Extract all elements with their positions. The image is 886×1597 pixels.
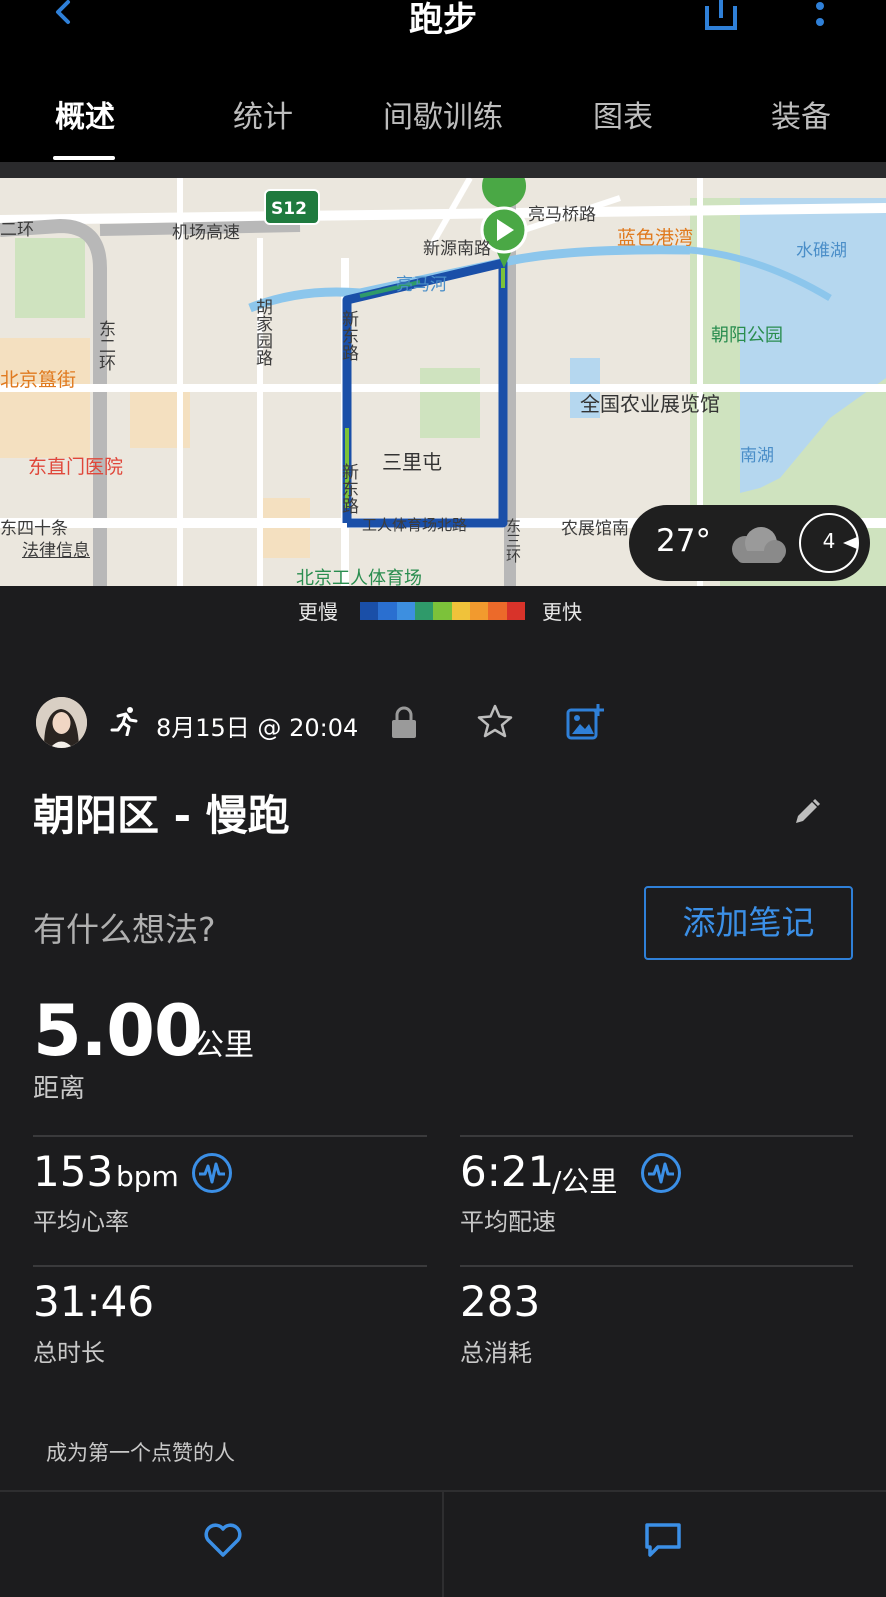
add-photo-icon[interactable] bbox=[566, 702, 606, 740]
like-button[interactable] bbox=[0, 1492, 442, 1597]
map-label-liangmaqiao: 亮马桥路 bbox=[528, 205, 596, 225]
stat-divider bbox=[33, 1135, 427, 1137]
heart-rate-label: 平均心率 bbox=[33, 1208, 129, 1236]
wind-indicator: 4 bbox=[799, 513, 859, 573]
map-label-gongti-north: 工人体育场北路 bbox=[362, 516, 468, 534]
map-label-shuidui: 水碓湖 bbox=[796, 241, 847, 261]
page-title: 跑步 bbox=[409, 0, 477, 40]
legal-info-link[interactable]: 法律信息 bbox=[22, 536, 90, 561]
legend-swatch bbox=[414, 602, 434, 620]
stat-divider bbox=[460, 1135, 853, 1137]
map-label-s12: S12 bbox=[271, 199, 307, 219]
map-label-airport: 机场高速 bbox=[172, 223, 240, 243]
map-label-xindong-2: 新东路 bbox=[338, 463, 358, 514]
pace-legend: 更慢 更快 bbox=[0, 586, 886, 634]
legend-swatch bbox=[360, 602, 379, 620]
legend-swatch bbox=[469, 602, 489, 620]
distance-unit: 公里 bbox=[194, 1028, 254, 1063]
more-vertical-icon bbox=[816, 2, 824, 26]
map-label-ring2: 二环 bbox=[0, 220, 34, 240]
thoughts-prompt[interactable]: 有什么想法? bbox=[33, 903, 216, 951]
duration-label: 总时长 bbox=[33, 1339, 105, 1367]
legend-swatch bbox=[378, 602, 397, 620]
share-button[interactable] bbox=[703, 0, 739, 32]
avatar[interactable] bbox=[36, 697, 87, 748]
likes-prompt: 成为第一个点赞的人 bbox=[46, 1441, 235, 1465]
lock-icon[interactable] bbox=[390, 706, 418, 738]
map-label-gongti: 北京工人体育场 bbox=[296, 568, 422, 586]
comment-icon bbox=[645, 1523, 681, 1557]
pace-value: 6:21 bbox=[460, 1147, 555, 1196]
duration-value: 31:46 bbox=[33, 1277, 155, 1326]
add-note-button[interactable]: 添加笔记 bbox=[644, 886, 853, 960]
map-label-liangmahe: 亮马河 bbox=[396, 275, 447, 295]
heart-rate-unit: bpm bbox=[116, 1160, 179, 1193]
legend-swatch bbox=[433, 602, 452, 620]
heart-rate-value: 153 bbox=[33, 1147, 114, 1196]
pulse-icon[interactable] bbox=[191, 1152, 233, 1194]
distance-label: 距离 bbox=[33, 1074, 86, 1104]
activity-meta: 8月15日 @ 20:04 bbox=[0, 694, 886, 754]
calories-label: 总消耗 bbox=[460, 1339, 532, 1367]
map-label-guijie: 北京簋街 bbox=[0, 369, 77, 391]
map-label-nanhu: 南湖 bbox=[740, 446, 774, 466]
weather-badge: 27° 4 bbox=[629, 505, 870, 581]
map-label-xindong-1: 新东路 bbox=[338, 310, 358, 361]
pencil-icon[interactable] bbox=[792, 797, 822, 827]
comment-button[interactable] bbox=[444, 1492, 886, 1597]
map-label-nongzhan: 全国农业展览馆 bbox=[580, 392, 720, 416]
map-label-chaoyang-park: 朝阳公园 bbox=[711, 325, 783, 346]
avatar-image bbox=[36, 697, 87, 748]
tab-intervals[interactable]: 间歇训练 bbox=[358, 92, 528, 136]
legend-slow-label: 更慢 bbox=[298, 600, 338, 624]
heart-icon bbox=[204, 1523, 242, 1557]
pace-unit: /公里 bbox=[552, 1165, 618, 1198]
legend-color-bar bbox=[360, 602, 525, 620]
weather-temperature: 27° bbox=[656, 523, 711, 559]
map-label-lanse: 蓝色港湾 bbox=[617, 227, 694, 249]
calories-value: 283 bbox=[460, 1277, 541, 1326]
map-label-dongerhuan: 东二环 bbox=[95, 320, 115, 371]
activity-date: 8月15日 @ 20:04 bbox=[156, 714, 359, 742]
app-header: 跑步 概述 统计 间歇训练 图表 装备 bbox=[0, 0, 886, 162]
stat-divider bbox=[33, 1265, 427, 1267]
legend-swatch bbox=[451, 602, 470, 620]
running-icon bbox=[110, 707, 138, 736]
cloud-icon bbox=[732, 527, 786, 563]
legend-swatch bbox=[396, 602, 415, 620]
tab-charts[interactable]: 图表 bbox=[538, 92, 708, 136]
legend-fast-label: 更快 bbox=[542, 600, 582, 624]
wind-direction-icon bbox=[843, 537, 857, 549]
map-label-nongzhan-nan: 农展馆南 bbox=[561, 519, 629, 539]
map-label-dongsanhuan: 东三环 bbox=[504, 518, 522, 563]
tab-bar: 概述 统计 间歇训练 图表 装备 bbox=[0, 80, 886, 162]
map-label-dongzhimen: 东直门医院 bbox=[28, 456, 124, 478]
distance-value: 5.00 bbox=[33, 990, 203, 1072]
tab-stats[interactable]: 统计 bbox=[178, 92, 348, 136]
header-divider bbox=[0, 162, 886, 178]
share-icon bbox=[705, 0, 737, 30]
tab-overview[interactable]: 概述 bbox=[0, 92, 170, 136]
pulse-icon[interactable] bbox=[640, 1152, 682, 1194]
bottom-action-bar bbox=[0, 1490, 886, 1597]
active-tab-indicator bbox=[53, 156, 115, 160]
star-icon[interactable] bbox=[477, 704, 513, 738]
map-label-xinyuan: 新源南路 bbox=[423, 239, 491, 259]
tab-gear[interactable]: 装备 bbox=[716, 92, 886, 136]
legend-swatch bbox=[488, 602, 507, 620]
more-button[interactable] bbox=[808, 0, 832, 32]
map-label-hujia: 胡家园路 bbox=[252, 298, 272, 366]
map-label-sanlitun: 三里屯 bbox=[382, 450, 442, 474]
stat-divider bbox=[460, 1265, 853, 1267]
pace-label: 平均配速 bbox=[460, 1208, 556, 1236]
legend-swatch bbox=[506, 602, 525, 620]
activity-title: 朝阳区 - 慢跑 bbox=[33, 791, 290, 840]
